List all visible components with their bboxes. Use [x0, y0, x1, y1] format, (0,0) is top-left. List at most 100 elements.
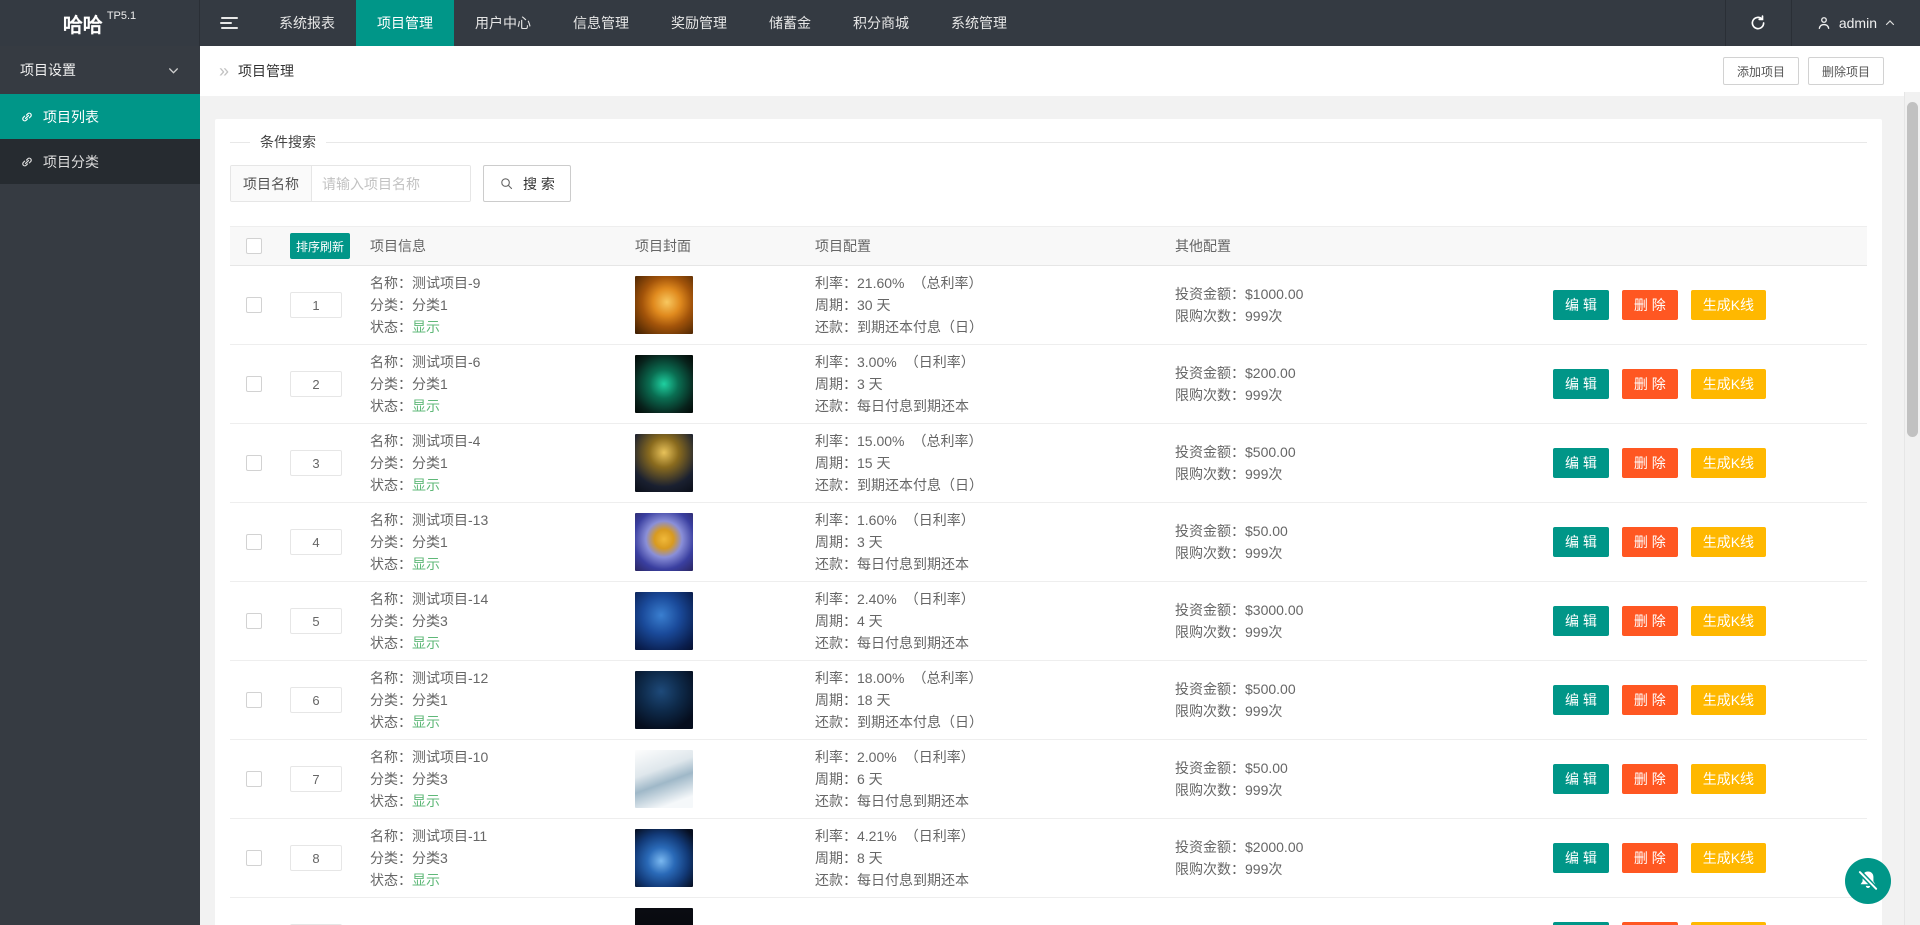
edit-button[interactable]: 编 辑 [1552, 527, 1609, 557]
limit-label: 限购次数： [1175, 387, 1245, 403]
select-all-checkbox[interactable] [246, 238, 262, 254]
main-content: 项目管理 添加项目 删除项目 条件搜索 项目名称 搜 索 [200, 46, 1920, 925]
edit-button[interactable]: 编 辑 [1552, 685, 1609, 715]
nav-item[interactable]: 用户中心 [454, 0, 552, 46]
nav-item[interactable]: 系统报表 [258, 0, 356, 46]
sidebar-group-project-settings[interactable]: 项目设置 [0, 46, 200, 94]
sort-input[interactable] [290, 529, 342, 555]
edit-button[interactable]: 编 辑 [1552, 290, 1609, 320]
rate-label: 利率： [815, 591, 857, 607]
limit-label: 限购次数： [1175, 782, 1245, 798]
edit-button[interactable]: 编 辑 [1552, 448, 1609, 478]
repay-value: 到期还本付息（日） [857, 477, 983, 493]
nav-item[interactable]: 储蓄金 [748, 0, 832, 46]
repay-value: 到期还本付息（日） [857, 319, 983, 335]
sidebar-item-project-category[interactable]: 项目分类 [0, 139, 200, 184]
generate-kline-button[interactable]: 生成K线 [1690, 527, 1767, 557]
amount-label: 投资金额： [1175, 286, 1245, 302]
project-name: 测试项目-9 [412, 275, 481, 291]
sort-input[interactable] [290, 766, 342, 792]
delete-button[interactable]: 删 除 [1621, 606, 1678, 636]
search-button[interactable]: 搜 索 [483, 165, 571, 202]
row-checkbox[interactable] [246, 297, 262, 313]
sort-input[interactable] [290, 292, 342, 318]
repay-value: 每日付息到期还本 [857, 398, 969, 414]
row-checkbox[interactable] [246, 850, 262, 866]
generate-kline-button[interactable]: 生成K线 [1690, 606, 1767, 636]
row-checkbox[interactable] [246, 534, 262, 550]
sort-refresh-button[interactable]: 排序刷新 [290, 233, 351, 259]
generate-kline-button[interactable]: 生成K线 [1690, 685, 1767, 715]
edit-button[interactable]: 编 辑 [1552, 843, 1609, 873]
edit-button[interactable]: 编 辑 [1552, 369, 1609, 399]
project-cover-image [635, 592, 693, 650]
status-toggle[interactable]: 显示 [412, 398, 440, 414]
delete-button[interactable]: 删 除 [1621, 369, 1678, 399]
edit-button[interactable]: 编 辑 [1552, 606, 1609, 636]
name-label: 名称： [370, 749, 412, 765]
status-toggle[interactable]: 显示 [412, 319, 440, 335]
sidebar-item-project-list[interactable]: 项目列表 [0, 94, 200, 139]
generate-kline-button[interactable]: 生成K线 [1690, 369, 1767, 399]
project-name-input[interactable] [312, 166, 470, 201]
row-checkbox[interactable] [246, 613, 262, 629]
sort-input[interactable] [290, 687, 342, 713]
delete-button[interactable]: 删 除 [1621, 290, 1678, 320]
status-toggle[interactable]: 显示 [412, 556, 440, 572]
table-row: 名称：测试项目-11 分类：分类3 状态：显示 利率：4.21% （日利率） 周期… [230, 819, 1867, 898]
project-name: 测试项目-4 [412, 433, 481, 449]
generate-kline-button[interactable]: 生成K线 [1690, 290, 1767, 320]
amount-value: $1000.00 [1245, 286, 1304, 302]
notification-off-fab[interactable] [1845, 858, 1891, 904]
status-label: 状态： [370, 635, 412, 651]
delete-project-button[interactable]: 删除项目 [1807, 57, 1884, 85]
nav-item[interactable]: 积分商城 [832, 0, 930, 46]
project-name: 测试项目-13 [412, 512, 489, 528]
nav-item[interactable]: 奖励管理 [650, 0, 748, 46]
nav-item[interactable]: 系统管理 [930, 0, 1028, 46]
period-value: 6 天 [857, 771, 883, 787]
delete-button[interactable]: 删 除 [1621, 685, 1678, 715]
app-logo: 哈哈 TP5.1 [0, 0, 200, 46]
edit-button[interactable]: 编 辑 [1552, 764, 1609, 794]
repay-label: 还款： [815, 477, 857, 493]
row-checkbox[interactable] [246, 771, 262, 787]
delete-button[interactable]: 删 除 [1621, 448, 1678, 478]
generate-kline-button[interactable]: 生成K线 [1690, 448, 1767, 478]
vertical-scrollbar[interactable] [1904, 92, 1920, 925]
nav-item[interactable]: 信息管理 [552, 0, 650, 46]
generate-kline-button[interactable]: 生成K线 [1690, 764, 1767, 794]
status-toggle[interactable]: 显示 [412, 872, 440, 888]
refresh-icon[interactable] [1724, 0, 1791, 46]
scrollbar-thumb[interactable] [1907, 102, 1918, 437]
period-value: 8 天 [857, 850, 883, 866]
status-toggle[interactable]: 显示 [412, 793, 440, 809]
rate-label: 利率： [815, 433, 857, 449]
sort-input[interactable] [290, 608, 342, 634]
rate-label: 利率： [815, 670, 857, 686]
status-toggle[interactable]: 显示 [412, 714, 440, 730]
add-project-button[interactable]: 添加项目 [1722, 57, 1799, 85]
amount-value: $500.00 [1245, 681, 1296, 697]
user-menu[interactable]: admin [1790, 0, 1920, 46]
limit-value: 999次 [1245, 387, 1283, 403]
delete-button[interactable]: 删 除 [1621, 843, 1678, 873]
delete-button[interactable]: 删 除 [1621, 527, 1678, 557]
hamburger-menu-icon[interactable] [200, 0, 258, 46]
repay-value: 每日付息到期还本 [857, 793, 969, 809]
sort-input[interactable] [290, 845, 342, 871]
nav-item[interactable]: 项目管理 [356, 0, 454, 46]
sort-input[interactable] [290, 371, 342, 397]
repay-label: 还款： [815, 398, 857, 414]
link-icon [20, 110, 34, 124]
repay-value: 每日付息到期还本 [857, 635, 969, 651]
generate-kline-button[interactable]: 生成K线 [1690, 843, 1767, 873]
row-checkbox[interactable] [246, 376, 262, 392]
sort-input[interactable] [290, 450, 342, 476]
status-toggle[interactable]: 显示 [412, 635, 440, 651]
row-checkbox[interactable] [246, 455, 262, 471]
project-name: 测试项目-12 [412, 670, 489, 686]
row-checkbox[interactable] [246, 692, 262, 708]
delete-button[interactable]: 删 除 [1621, 764, 1678, 794]
status-toggle[interactable]: 显示 [412, 477, 440, 493]
